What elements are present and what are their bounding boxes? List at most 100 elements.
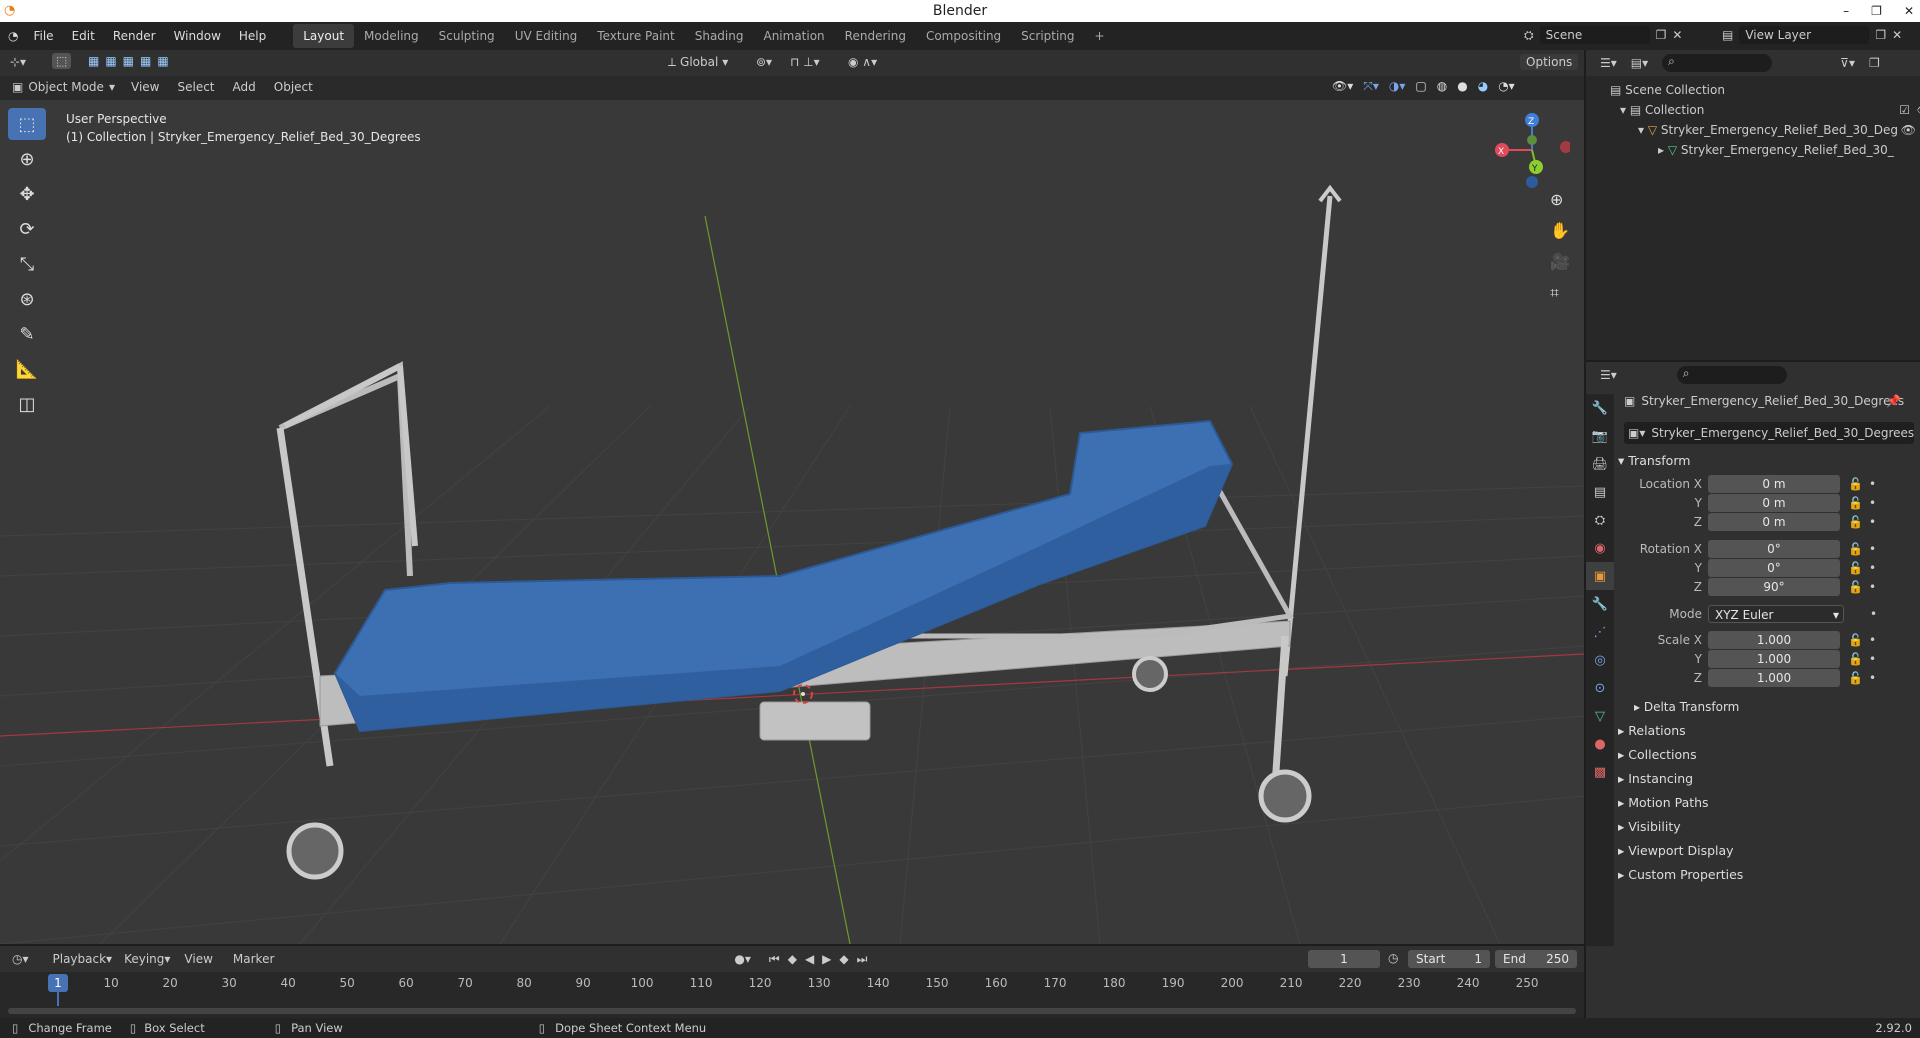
tab-modeling[interactable]: Modeling [354,24,429,48]
collections-panel[interactable]: ▸ Collections [1618,744,1697,766]
menu-render[interactable]: Render [104,29,165,43]
menu-help[interactable]: Help [230,29,275,43]
particles-tab-icon[interactable]: ⋰ [1586,618,1614,646]
custom-properties-panel[interactable]: ▸ Custom Properties [1618,864,1743,886]
annotate-tool-icon[interactable]: ✎ [8,318,46,350]
rotation-y-field[interactable]: 0° [1708,559,1840,577]
outliner-editor-icon[interactable]: ☰▾ [1600,56,1617,70]
menu-edit[interactable]: Edit [63,29,104,43]
relations-panel[interactable]: ▸ Relations [1618,720,1686,742]
lock-icon[interactable]: 🔓 [1848,671,1863,685]
tool-tab-icon[interactable]: 🔧 [1586,394,1614,422]
lock-icon[interactable]: 🔓 [1848,477,1863,491]
camera-view-icon[interactable]: 🎥 [1550,252,1570,271]
rotate-tool-icon[interactable]: ⟳ [8,213,46,245]
datablock-icon[interactable]: ▣▾ [1628,426,1645,440]
keyframe-dot-icon[interactable]: • [1869,496,1876,510]
render-tab-icon[interactable]: 📷 [1586,422,1614,450]
preview-range-icon[interactable]: ◷ [1388,951,1398,965]
keyframe-dot-icon[interactable]: • [1869,652,1876,666]
properties-editor-icon[interactable]: ☰▾ [1600,368,1617,382]
keyframe-dot-icon[interactable]: • [1869,477,1876,491]
lock-icon[interactable]: 🔓 [1848,515,1863,529]
visibility-icon[interactable]: 👁▾ [1332,79,1353,94]
next-keyframe-icon[interactable]: ◆ [839,952,856,966]
view-layer-field[interactable]: View Layer [1739,26,1870,44]
measure-tool-icon[interactable]: 📐 [8,353,46,385]
rendered-shading-icon[interactable]: ◔▾ [1498,79,1515,94]
jump-start-icon[interactable]: ⏮ [769,952,788,966]
rotation-mode-dropdown[interactable]: XYZ Euler ▾ [1708,605,1844,623]
proportional-edit-icon[interactable]: ◉ ∧▾ [848,55,877,69]
timeline-editor-icon[interactable]: ◷▾ [12,952,29,966]
add-workspace-icon[interactable]: + [1085,24,1115,48]
navigation-gizmo[interactable]: Z X Y [1490,110,1572,190]
select-mode-icons[interactable]: ▦▦▦▦▦ [88,54,175,68]
pan-hand-icon[interactable]: ✋ [1550,221,1570,240]
outliner-search-field[interactable]: ⌕ [1662,54,1773,72]
view-layer-icon[interactable]: ▤ [1722,28,1733,42]
viewport-display-panel[interactable]: ▸ Viewport Display [1618,840,1734,862]
tab-rendering[interactable]: Rendering [835,24,916,48]
lock-icon[interactable]: 🔓 [1848,561,1863,575]
viewport-menu-select[interactable]: Select [177,80,214,94]
play-icon[interactable]: ▶ [822,952,839,966]
lock-icon[interactable]: 🔓 [1848,496,1863,510]
keyframe-dot-icon[interactable]: • [1869,515,1876,529]
viewport-menu-add[interactable]: Add [233,80,256,94]
location-z-field[interactable]: 0 m [1708,513,1840,531]
menu-window[interactable]: Window [165,29,230,43]
minimize-button[interactable]: – [1843,0,1849,22]
delete-view-layer-icon[interactable]: ✕ [1892,28,1902,42]
mode-dropdown[interactable]: Object Mode [28,80,104,94]
tab-animation[interactable]: Animation [753,24,834,48]
pin-icon[interactable]: 📌 [1886,394,1901,408]
record-icon[interactable]: ●▾ [734,952,751,966]
transform-tool-icon[interactable]: ⊛ [8,283,46,315]
add-cube-tool-icon[interactable]: ◫ [8,388,46,420]
scene-field[interactable]: Scene [1539,26,1650,44]
prev-keyframe-icon[interactable]: ◆ [788,952,805,966]
location-y-field[interactable]: 0 m [1708,494,1840,512]
constraints-tab-icon[interactable]: ⊙ [1586,674,1614,702]
motion-paths-panel[interactable]: ▸ Motion Paths [1618,792,1709,814]
select-box-tool-icon[interactable]: ⬚ [8,108,46,140]
data-tab-icon[interactable]: ▽ [1586,702,1614,730]
close-button[interactable]: ✕ [1904,0,1914,22]
xray-icon[interactable]: ▢ [1415,79,1426,94]
scene-tab-icon[interactable]: ⛭ [1586,506,1614,534]
keyframe-dot-icon[interactable]: • [1869,561,1876,575]
playhead[interactable]: 1 [48,974,68,992]
tab-sculpting[interactable]: Sculpting [429,24,505,48]
delta-transform-panel[interactable]: ▸ Delta Transform [1634,696,1739,718]
lock-icon[interactable]: 🔓 [1848,652,1863,666]
delete-scene-icon[interactable]: ✕ [1672,28,1682,42]
pivot-icon[interactable]: ⊚▾ [756,55,772,69]
instancing-panel[interactable]: ▸ Instancing [1618,768,1693,790]
properties-search-field[interactable]: ⌕ [1676,366,1787,384]
collection-checkbox[interactable]: ☑ [1899,100,1910,120]
lock-icon[interactable]: 🔓 [1848,633,1863,647]
overlay-icon[interactable]: ◑▾ [1389,79,1406,94]
options-dropdown[interactable]: Options [1520,54,1579,70]
tab-uv-editing[interactable]: UV Editing [505,24,588,48]
viewport-menu-view[interactable]: View [131,80,159,94]
start-frame-field[interactable]: Start 1 [1408,950,1490,968]
transform-orientation-dropdown[interactable]: Global [680,55,718,70]
rotation-x-field[interactable]: 0° [1708,540,1840,558]
3d-viewport[interactable]: ▣ Object Mode ▾ View Select Add Object 👁▾… [0,76,1584,944]
location-x-field[interactable]: 0 m [1708,475,1840,493]
object-tab-icon[interactable]: ▣ [1586,562,1614,590]
outliner-object[interactable]: ▾ ▽ Stryker_Emergency_Relief_Bed_30_Deg … [1610,120,1916,140]
visibility-panel[interactable]: ▸ Visibility [1618,816,1681,838]
menu-file[interactable]: File [24,29,62,43]
lock-icon[interactable]: 🔓 [1848,542,1863,556]
material-tab-icon[interactable]: ● [1586,730,1614,758]
scale-x-field[interactable]: 1.000 [1708,631,1840,649]
new-scene-icon[interactable]: ❐ [1656,28,1667,42]
cursor-tool-icon[interactable]: ⊕ [8,143,46,175]
object-eye-icon[interactable]: 👁 [1901,120,1916,140]
keyframe-dot-icon[interactable]: • [1869,580,1876,594]
world-tab-icon[interactable]: ◉ [1586,534,1614,562]
output-tab-icon[interactable]: 🖨 [1586,450,1614,478]
